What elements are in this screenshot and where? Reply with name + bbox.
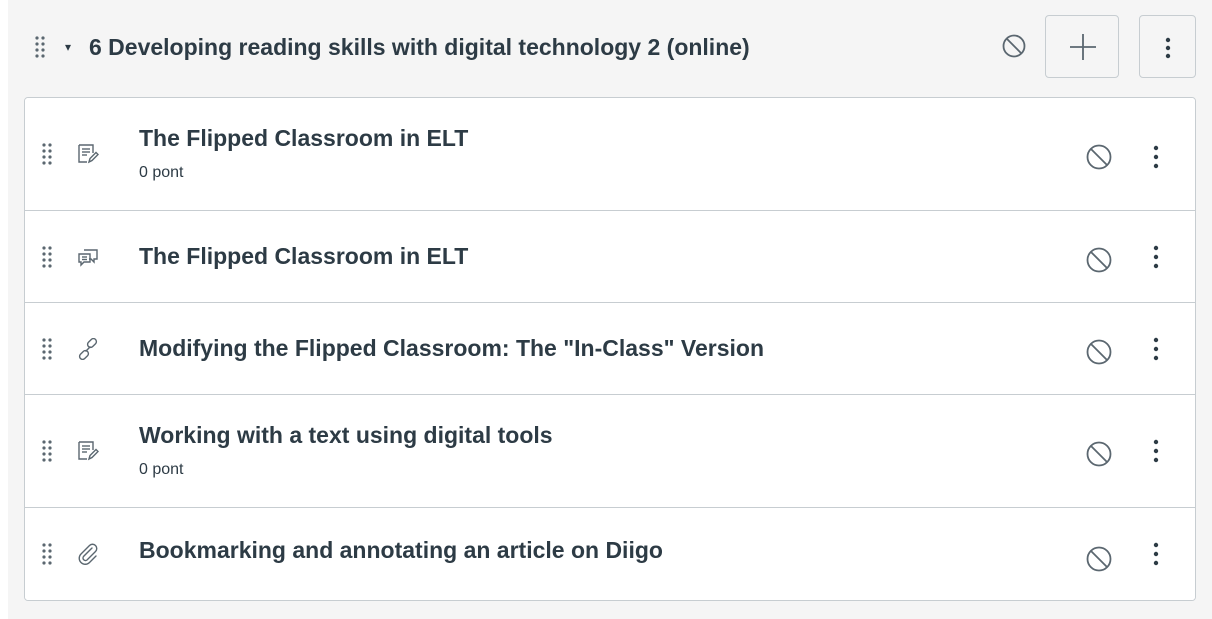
item-points: 0 pont bbox=[139, 461, 184, 478]
unpublished-icon[interactable] bbox=[1001, 33, 1027, 59]
assignment-icon bbox=[78, 441, 99, 461]
unpublished-icon[interactable] bbox=[1085, 440, 1113, 468]
kebab-menu-icon[interactable] bbox=[1149, 437, 1163, 465]
drag-handle-icon[interactable] bbox=[34, 35, 46, 59]
module-header[interactable]: ▾ 6 Developing reading skills with digit… bbox=[8, 0, 1212, 97]
discussion-icon bbox=[78, 249, 98, 267]
assignment-icon bbox=[78, 144, 99, 164]
list-item[interactable]: The Flipped Classroom in ELT 0 pont bbox=[25, 98, 1195, 211]
unpublished-icon[interactable] bbox=[1085, 338, 1113, 366]
list-item[interactable]: The Flipped Classroom in ELT bbox=[25, 211, 1195, 303]
unpublished-icon[interactable] bbox=[1085, 545, 1113, 573]
item-title[interactable]: The Flipped Classroom in ELT bbox=[139, 124, 468, 152]
item-title[interactable]: Working with a text using digital tools bbox=[139, 421, 553, 449]
collapse-caret-icon[interactable]: ▾ bbox=[65, 40, 71, 54]
list-item[interactable]: Modifying the Flipped Classroom: The "In… bbox=[25, 303, 1195, 395]
drag-handle-icon[interactable] bbox=[41, 245, 53, 269]
item-title[interactable]: The Flipped Classroom in ELT bbox=[139, 242, 468, 270]
link-icon bbox=[78, 338, 98, 360]
kebab-menu-icon[interactable] bbox=[1149, 540, 1163, 568]
kebab-menu-icon[interactable] bbox=[1149, 143, 1163, 171]
add-item-button[interactable] bbox=[1045, 15, 1119, 78]
unpublished-icon[interactable] bbox=[1085, 246, 1113, 274]
module-menu-button[interactable] bbox=[1139, 15, 1196, 78]
drag-handle-icon[interactable] bbox=[41, 439, 53, 463]
module-title: 6 Developing reading skills with digital… bbox=[89, 34, 750, 60]
kebab-menu-icon[interactable] bbox=[1149, 335, 1163, 363]
module-container: ▾ 6 Developing reading skills with digit… bbox=[8, 0, 1212, 619]
drag-handle-icon[interactable] bbox=[41, 142, 53, 166]
item-points: 0 pont bbox=[139, 164, 184, 181]
attachment-icon bbox=[78, 543, 98, 565]
drag-handle-icon[interactable] bbox=[41, 337, 53, 361]
plus-icon bbox=[1070, 34, 1096, 60]
list-item[interactable]: Bookmarking and annotating an article on… bbox=[25, 508, 1195, 600]
unpublished-icon[interactable] bbox=[1085, 143, 1113, 171]
kebab-menu-icon[interactable] bbox=[1149, 243, 1163, 271]
drag-handle-icon[interactable] bbox=[41, 542, 53, 566]
module-items-list: The Flipped Classroom in ELT 0 pont The … bbox=[24, 97, 1196, 601]
item-title[interactable]: Modifying the Flipped Classroom: The "In… bbox=[139, 334, 764, 362]
kebab-menu-icon bbox=[1165, 37, 1171, 59]
item-title[interactable]: Bookmarking and annotating an article on… bbox=[139, 536, 663, 564]
list-item[interactable]: Working with a text using digital tools … bbox=[25, 395, 1195, 508]
